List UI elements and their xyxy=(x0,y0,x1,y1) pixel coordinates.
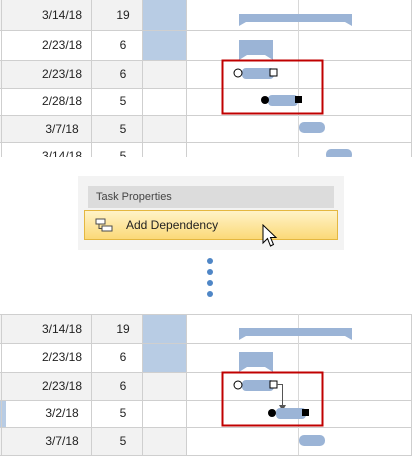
date-cell: 2/23/18 xyxy=(41,379,83,393)
dependency-end-handle-icon[interactable] xyxy=(269,68,278,77)
dependency-start-handle-filled-icon[interactable] xyxy=(261,96,269,104)
date-cell: 2/28/18 xyxy=(41,94,83,108)
duration-cell: 5 xyxy=(119,94,127,108)
duration-cell: 5 xyxy=(119,434,127,448)
task-bar-row5[interactable] xyxy=(299,122,325,133)
duration-cell: 5 xyxy=(119,122,127,136)
task-properties-menu: Task Properties Add Dependency xyxy=(84,182,338,244)
duration-cell: 5 xyxy=(119,149,127,157)
dependency-end-handle-filled-icon[interactable] xyxy=(295,96,302,103)
date-cell: 2/23/18 xyxy=(41,67,83,81)
dependency-end-handle-filled-icon[interactable] xyxy=(302,409,309,416)
dependency-start-handle-icon[interactable] xyxy=(233,380,243,390)
menu-header: Task Properties xyxy=(88,186,334,208)
mouse-cursor-icon xyxy=(262,224,278,247)
task-bar-row3[interactable] xyxy=(242,380,274,391)
date-cell: 3/2/18 xyxy=(45,406,79,420)
date-cell: 3/14/18 xyxy=(41,8,83,22)
date-cell: 3/14/18 xyxy=(41,322,83,336)
task-bar-row6[interactable] xyxy=(326,149,352,157)
date-cell: 3/14/18 xyxy=(41,149,83,157)
dependency-start-handle-icon[interactable] xyxy=(233,68,243,78)
task-bar-row3[interactable] xyxy=(242,68,274,79)
date-cell: 2/23/18 xyxy=(41,350,83,364)
add-dependency-menu-item[interactable]: Add Dependency xyxy=(84,210,338,240)
task-bar-row5[interactable] xyxy=(299,435,325,446)
duration-cell: 6 xyxy=(119,67,127,81)
vertical-ellipsis-icon xyxy=(204,256,216,300)
duration-cell: 6 xyxy=(119,38,127,52)
dependency-icon xyxy=(95,218,113,232)
date-cell: 3/7/18 xyxy=(45,434,79,448)
dependency-start-handle-filled-icon[interactable] xyxy=(268,409,276,417)
date-cell: 2/23/18 xyxy=(41,38,83,52)
gantt-after: 3/14/18 19 2/23/18 6 2/23/18 6 3/2/18 5 … xyxy=(0,314,412,460)
duration-cell: 6 xyxy=(119,350,127,364)
task-bar-row4[interactable] xyxy=(268,95,298,106)
duration-cell: 6 xyxy=(119,379,127,393)
add-dependency-label: Add Dependency xyxy=(126,218,219,232)
duration-cell: 5 xyxy=(119,406,127,420)
duration-cell: 19 xyxy=(116,8,130,22)
dependency-end-handle-icon[interactable] xyxy=(269,380,278,389)
gantt-before: 3/14/18 19 2/23/18 6 2/23/18 6 2/28/18 5… xyxy=(0,0,412,157)
duration-cell: 19 xyxy=(116,322,130,336)
date-cell: 3/7/18 xyxy=(45,122,79,136)
task-bar-row4[interactable] xyxy=(276,408,306,419)
